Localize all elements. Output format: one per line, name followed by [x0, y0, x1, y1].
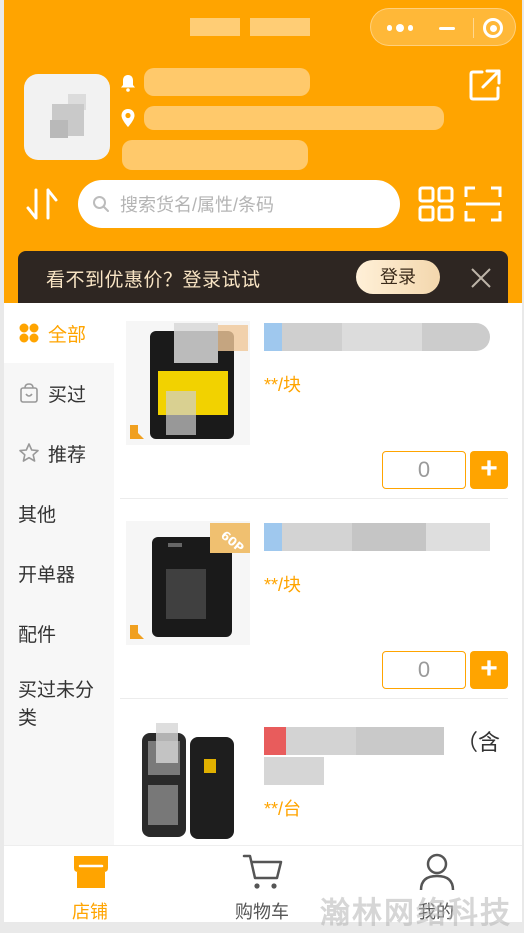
target-close-icon[interactable]: [479, 13, 507, 43]
grid-view-icon[interactable]: [418, 186, 454, 222]
product-card[interactable]: （含 **/台: [114, 699, 522, 845]
tab-label: 店铺: [72, 902, 108, 922]
sidebar-item-label: 开单器: [18, 564, 76, 586]
capsule-divider: [473, 18, 474, 38]
sidebar-item-bought[interactable]: 买过: [4, 363, 114, 423]
add-to-cart-button[interactable]: +: [470, 451, 508, 489]
product-title-blurred: [264, 523, 490, 551]
search-placeholder: 搜索货名/属性/条码: [120, 195, 275, 215]
product-title-blurred-line2: [264, 757, 324, 785]
sidebar-item-label: 全部: [48, 324, 87, 346]
product-image[interactable]: [126, 719, 250, 843]
product-title-blurred: [264, 727, 444, 755]
sidebar-item-label: 买过未分类: [18, 680, 95, 729]
tab-store[interactable]: 店铺: [30, 846, 150, 922]
window-capsule: [370, 8, 516, 46]
sidebar-item-other[interactable]: 其他: [4, 483, 114, 543]
store-header: 搜索货名/属性/条码 看不到优惠价？登录试试 登录: [4, 0, 522, 303]
sidebar-item-accessories[interactable]: 配件: [4, 603, 114, 663]
tab-label: 购物车: [235, 902, 289, 922]
cart-icon: [242, 854, 283, 889]
sidebar-item-label: 配件: [18, 624, 57, 646]
search-input[interactable]: 搜索货名/属性/条码: [78, 180, 400, 228]
product-image[interactable]: [126, 321, 250, 445]
product-title-suffix: （含: [456, 730, 501, 755]
category-sidebar: 全部 买过 推荐 其他 开单器 配件 买过未分类: [4, 303, 114, 845]
product-price: **/块: [264, 375, 302, 395]
blurred-notice: [144, 68, 310, 96]
blurred-address: [144, 106, 444, 130]
store-logo[interactable]: [24, 74, 110, 160]
sidebar-item-bought-uncategorized[interactable]: 买过未分类: [4, 675, 110, 739]
star-icon: [19, 443, 39, 462]
scanner-device-image: [142, 723, 234, 839]
mini-program-app: 搜索货名/属性/条码 看不到优惠价？登录试试 登录 全部 买过 推荐 其他 开单…: [4, 0, 522, 922]
bell-icon: [121, 75, 135, 92]
add-to-cart-button[interactable]: +: [470, 651, 508, 689]
watermark-text: 瀚林网络科技: [320, 897, 512, 930]
close-icon[interactable]: [470, 267, 492, 289]
sidebar-item-recommended[interactable]: 推荐: [4, 423, 114, 483]
user-icon: [419, 853, 455, 891]
share-icon[interactable]: [468, 68, 502, 102]
product-title-blurred: [264, 323, 490, 351]
all-icon: [19, 323, 39, 343]
tab-cart[interactable]: 购物车: [202, 846, 322, 922]
location-pin-icon: [121, 109, 135, 127]
sidebar-item-label: 买过: [48, 384, 87, 406]
blurred-title: [190, 18, 320, 36]
login-promo-banner: 看不到优惠价？登录试试 登录: [18, 251, 508, 303]
product-image[interactable]: 60P: [126, 521, 250, 645]
product-price: **/块: [264, 575, 302, 595]
promo-text: 看不到优惠价？登录试试: [46, 270, 261, 291]
bag-icon: [20, 383, 38, 403]
sidebar-item-all[interactable]: 全部: [4, 303, 114, 363]
sort-icon[interactable]: [24, 186, 60, 222]
minimize-icon[interactable]: [433, 13, 461, 43]
search-icon: [93, 196, 109, 212]
scan-icon[interactable]: [464, 186, 502, 222]
sidebar-item-label: 其他: [18, 504, 57, 526]
more-dots-icon[interactable]: [385, 13, 415, 43]
quantity-input[interactable]: 0: [382, 451, 466, 489]
product-list: **/块 0 + 60P **/块 0 + （含 **/台: [114, 303, 522, 845]
product-card[interactable]: 60P **/块 0 +: [114, 499, 522, 699]
sidebar-item-label: 推荐: [48, 444, 87, 466]
screen-frame: 搜索货名/属性/条码 看不到优惠价？登录试试 登录 全部 买过 推荐 其他 开单…: [0, 0, 524, 933]
battery-image: [130, 323, 248, 439]
product-card[interactable]: **/块 0 +: [114, 303, 522, 499]
login-button[interactable]: 登录: [356, 260, 440, 294]
blurred-address-line2: [122, 140, 308, 170]
store-icon: [74, 856, 108, 888]
sidebar-item-billing-device[interactable]: 开单器: [4, 543, 114, 603]
quantity-input[interactable]: 0: [382, 651, 466, 689]
battery-image: 60P: [130, 523, 250, 639]
product-price: **/台: [264, 799, 302, 819]
